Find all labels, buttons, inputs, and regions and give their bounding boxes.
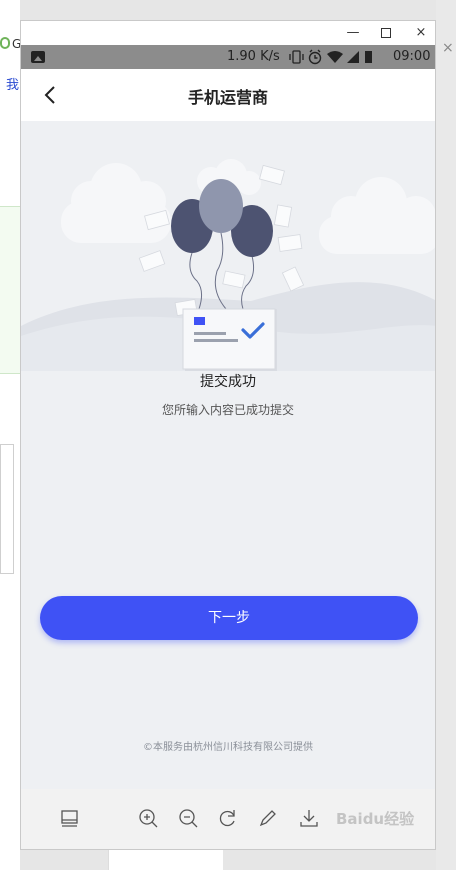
cloud-right (319, 177, 435, 254)
rotate-icon (219, 810, 235, 827)
rotate-button[interactable] (217, 807, 239, 829)
close-button[interactable]: × (409, 23, 433, 43)
background-left-window: G 我 (0, 0, 21, 870)
background-white-panel (0, 444, 14, 574)
background-link[interactable]: 我 (6, 74, 19, 93)
maximize-icon (381, 28, 391, 38)
vibrate-icon (289, 50, 304, 64)
download-icon (300, 810, 318, 827)
baidu-watermark: Baidu经验 (336, 810, 415, 828)
success-illustration (21, 159, 435, 371)
result-title: 提交成功 (200, 374, 256, 390)
cloud-left (61, 163, 171, 243)
phone-viewer-window: — × 1.90 K/s 09:00 手机运营商 提交成功 您所输入内容已成功提… (20, 20, 436, 850)
edit-button[interactable] (257, 807, 279, 829)
battery-icon (365, 51, 372, 63)
background-bottom-panel (108, 850, 223, 870)
page-title: 手机运营商 (187, 88, 268, 107)
signal-icon (347, 51, 359, 63)
success-card (182, 308, 277, 371)
card-stamp (194, 317, 205, 325)
zoom-out-button[interactable] (177, 807, 199, 829)
zoom-out-icon (179, 809, 198, 828)
panel-icon (61, 810, 78, 827)
panel-toggle-button[interactable] (59, 807, 81, 829)
background-right-window: × (436, 0, 456, 870)
next-step-button[interactable]: 下一步 (40, 596, 418, 640)
window-titlebar: — × (21, 21, 435, 45)
minimize-button[interactable]: — (341, 23, 365, 43)
image-icon (31, 51, 45, 63)
zoom-in-button[interactable] (137, 807, 159, 829)
result-subtitle: 您所输入内容已成功提交 (161, 403, 294, 417)
wifi-icon (327, 51, 343, 63)
clock: 09:00 (393, 49, 431, 64)
edit-icon (259, 810, 276, 827)
balloon-middle (199, 179, 243, 233)
background-close-icon[interactable]: × (442, 40, 454, 56)
app-header: 手机运营商 (21, 69, 435, 121)
download-button[interactable] (298, 807, 320, 829)
result-content: 提交成功 您所输入内容已成功提交 下一步 ©本服务由杭州信川科技有限公司提供 (21, 121, 435, 789)
network-speed: 1.90 K/s (227, 49, 280, 64)
status-icons (289, 49, 387, 65)
zoom-in-icon (139, 809, 158, 828)
background-app-icon (0, 37, 10, 49)
status-bar: 1.90 K/s 09:00 (21, 45, 435, 69)
service-provider-note: ©本服务由杭州信川科技有限公司提供 (143, 742, 313, 753)
alarm-icon (308, 49, 322, 65)
maximize-button[interactable] (374, 23, 398, 43)
background-green-panel (0, 206, 20, 374)
